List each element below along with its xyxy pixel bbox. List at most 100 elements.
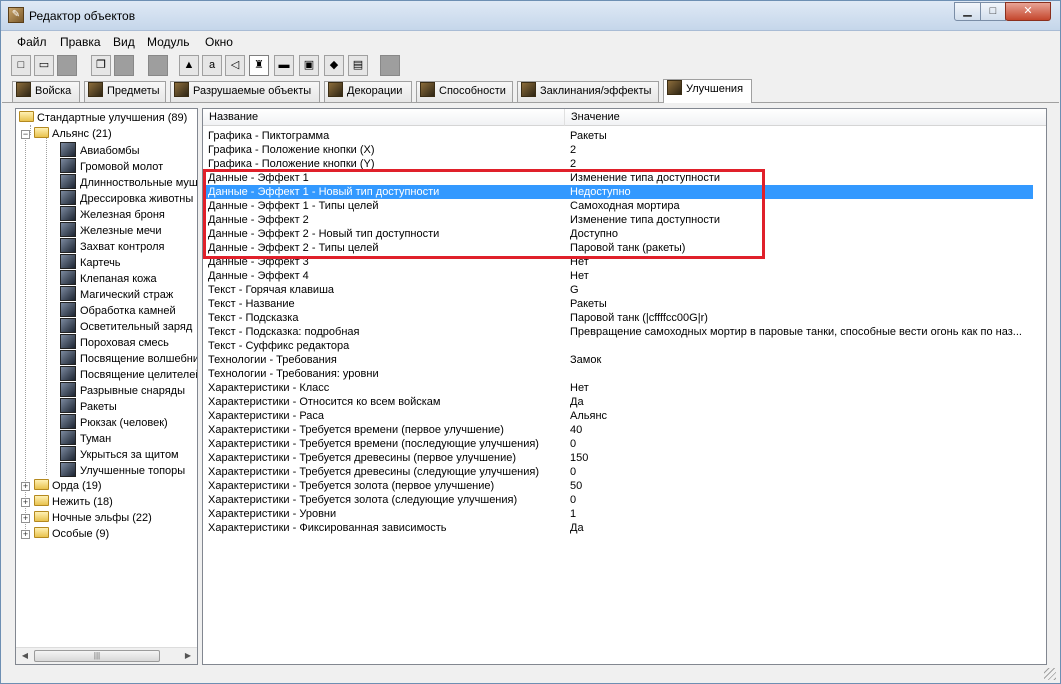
expand-group-button[interactable]: +	[21, 482, 30, 491]
property-value[interactable]: Изменение типа доступности	[570, 171, 720, 185]
tree-item[interactable]: Железная броня	[60, 206, 165, 222]
table-row[interactable]: Текст - Подсказка Паровой танк (|cffffcc0…	[203, 311, 1033, 325]
tree-horizontal-scrollbar[interactable]: ◀ ||| ▶	[16, 647, 197, 664]
property-value[interactable]: 40	[570, 423, 582, 437]
tree-item[interactable]: Дрессировка животны	[60, 190, 193, 206]
scroll-right-icon[interactable]: ▶	[182, 650, 194, 662]
property-value[interactable]: 0	[570, 465, 576, 479]
property-value[interactable]: Да	[570, 395, 584, 409]
column-header-name[interactable]: Название	[203, 109, 565, 126]
property-value[interactable]: Нет	[570, 381, 589, 395]
property-value[interactable]: Нет	[570, 269, 589, 283]
property-value[interactable]: 1	[570, 507, 576, 521]
table-row[interactable]: Данные - Эффект 1 - Новый тип доступност…	[203, 185, 1033, 199]
table-row[interactable]: Данные - Эффект 1 - Типы целей Самоходная…	[203, 199, 1033, 213]
property-value[interactable]: Ракеты	[570, 129, 607, 143]
table-row[interactable]: Текст - Суффикс редактора	[203, 339, 1033, 353]
title-bar[interactable]: ✎ Редактор объектов ▁ □ ✕	[1, 1, 1060, 31]
table-row[interactable]: Характеристики - Фиксированная зависимос…	[203, 521, 1033, 535]
test-map-icon[interactable]: ▤	[348, 55, 368, 76]
property-value[interactable]: Изменение типа доступности	[570, 213, 720, 227]
tab-upgrades[interactable]: Улучшения	[663, 79, 752, 103]
table-row[interactable]: Графика - Пиктограмма Ракеты	[203, 129, 1033, 143]
table-row[interactable]: Характеристики - Уровни 1	[203, 507, 1033, 521]
menu-edit[interactable]: Правка	[57, 35, 104, 49]
expand-group-button[interactable]: +	[21, 498, 30, 507]
tree-item[interactable]: Рюкзак (человек)	[60, 414, 168, 430]
table-row[interactable]: Характеристики - Требуется времени (посл…	[203, 437, 1033, 451]
minimize-button[interactable]: ▁	[954, 2, 981, 21]
tab-doodads[interactable]: Декорации	[324, 81, 412, 102]
table-row[interactable]: Текст - Название Ракеты	[203, 297, 1033, 311]
tree-group-alliance[interactable]: Альянс (21)	[34, 126, 112, 142]
scroll-thumb[interactable]: |||	[34, 650, 160, 662]
new-file-icon[interactable]: □	[11, 55, 31, 76]
table-row[interactable]: Характеристики - Требуется времени (перв…	[203, 423, 1033, 437]
collapse-alliance-button[interactable]: −	[21, 130, 30, 139]
paste-icon[interactable]	[114, 55, 134, 76]
tree-item[interactable]: Клепаная кожа	[60, 270, 157, 286]
maximize-button[interactable]: □	[980, 2, 1006, 21]
tree-item[interactable]: Обработка камней	[60, 302, 176, 318]
tree-item[interactable]: Разрывные снаряды	[60, 382, 185, 398]
object-tree[interactable]: Стандартные улучшения (89) − Альянс (21)…	[15, 108, 198, 665]
expand-group-button[interactable]: +	[21, 530, 30, 539]
table-row[interactable]: Технологии - Требования: уровни	[203, 367, 1033, 381]
tab-buffs-effects[interactable]: Заклинания/эффекты	[517, 81, 659, 102]
object-manager-icon[interactable]	[380, 55, 400, 76]
menu-window[interactable]: Окно	[202, 35, 236, 49]
column-header-value[interactable]: Значение	[565, 109, 1046, 126]
resize-grip-icon[interactable]	[1044, 668, 1056, 680]
table-row[interactable]: Текст - Горячая клавиша G	[203, 283, 1033, 297]
table-row[interactable]: Характеристики - Требуется древесины (сл…	[203, 465, 1033, 479]
table-row[interactable]: Данные - Эффект 3 Нет	[203, 255, 1033, 269]
property-value[interactable]: Паровой танк (ракеты)	[570, 241, 685, 255]
ai-editor-icon[interactable]: ▣	[299, 55, 319, 76]
scroll-left-icon[interactable]: ◀	[19, 650, 31, 662]
tab-destructibles[interactable]: Разрушаемые объекты	[170, 81, 320, 102]
import-manager-icon[interactable]: ◆	[324, 55, 344, 76]
table-row[interactable]: Характеристики - Требуется золота (следу…	[203, 493, 1033, 507]
property-value[interactable]: Да	[570, 521, 584, 535]
object-editor-icon[interactable]: ♜	[249, 55, 269, 76]
property-value[interactable]: Паровой танк (|cffffcc00G|r)	[570, 311, 708, 325]
table-row[interactable]: Характеристики - Относится ко всем войск…	[203, 395, 1033, 409]
tree-item[interactable]: Туман	[60, 430, 111, 446]
tree-group[interactable]: Нежить (18)	[34, 494, 113, 510]
table-row[interactable]: Характеристики - Класс Нет	[203, 381, 1033, 395]
tree-item[interactable]: Громовой молот	[60, 158, 163, 174]
table-row[interactable]: Характеристики - Требуется золота (перво…	[203, 479, 1033, 493]
property-value[interactable]: Альянс	[570, 409, 607, 423]
table-row[interactable]: Данные - Эффект 4 Нет	[203, 269, 1033, 283]
table-row[interactable]: Данные - Эффект 2 - Типы целей Паровой та…	[203, 241, 1033, 255]
terrain-editor-icon[interactable]: ▲	[179, 55, 199, 76]
property-value[interactable]: 150	[570, 451, 588, 465]
property-value[interactable]: 50	[570, 479, 582, 493]
sound-editor-icon[interactable]: ◁	[225, 55, 245, 76]
property-value[interactable]: Ракеты	[570, 297, 607, 311]
tree-item[interactable]: Посвящение волшебни	[60, 350, 197, 366]
property-value[interactable]: Превращение самоходных мортир в паровые …	[570, 325, 1022, 339]
property-value[interactable]: 0	[570, 493, 576, 507]
tab-units[interactable]: Войска	[12, 81, 80, 102]
tab-abilities[interactable]: Способности	[416, 81, 513, 102]
tree-group[interactable]: Орда (19)	[34, 478, 102, 494]
property-value[interactable]: Замок	[570, 353, 601, 367]
tree-item[interactable]: Картечь	[60, 254, 121, 270]
tree-item[interactable]: Укрыться за щитом	[60, 446, 179, 462]
tree-item[interactable]: Авиабомбы	[60, 142, 140, 158]
tab-items[interactable]: Предметы	[84, 81, 166, 102]
property-value[interactable]: 2	[570, 143, 576, 157]
table-row[interactable]: Характеристики - Раса Альянс	[203, 409, 1033, 423]
tree-item[interactable]: Улучшенные топоры	[60, 462, 185, 478]
table-row[interactable]: Характеристики - Требуется древесины (пе…	[203, 451, 1033, 465]
delete-icon[interactable]	[148, 55, 168, 76]
save-icon[interactable]	[57, 55, 77, 76]
property-value[interactable]: Недоступно	[570, 185, 631, 199]
table-row[interactable]: Данные - Эффект 1 Изменение типа доступно…	[203, 171, 1033, 185]
property-value[interactable]: Доступно	[570, 227, 618, 241]
tree-item[interactable]: Пороховая смесь	[60, 334, 169, 350]
tree-item[interactable]: Магический страж	[60, 286, 173, 302]
properties-grid[interactable]: Название Значение Графика - Пиктограмма Р…	[202, 108, 1047, 665]
property-value[interactable]: Самоходная мортира	[570, 199, 680, 213]
